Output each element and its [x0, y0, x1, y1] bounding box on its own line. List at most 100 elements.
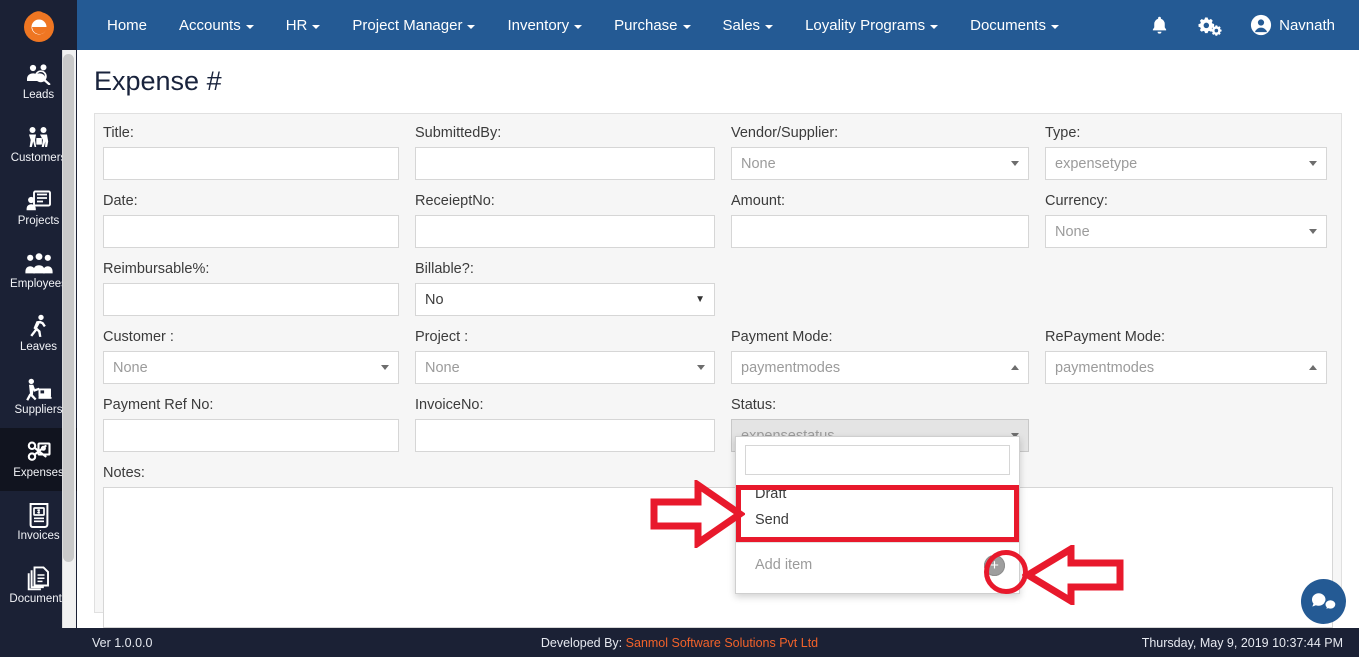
- type-select[interactable]: expensetype: [1045, 147, 1327, 180]
- field-label: Customer :: [103, 329, 174, 345]
- sidebar-item-label: Documents: [9, 593, 68, 605]
- main-content: Expense # Title: SubmittedBy: Vendor/Sup…: [77, 50, 1359, 628]
- receipt-no-input[interactable]: [415, 215, 715, 248]
- chevron-down-icon: [1309, 229, 1317, 234]
- customer-select[interactable]: None: [103, 351, 399, 384]
- app-logo[interactable]: [0, 0, 77, 50]
- nav-item-sales[interactable]: Sales: [707, 0, 790, 50]
- field-spacer-a: [723, 260, 1037, 316]
- nav-item-purchase[interactable]: Purchase: [598, 0, 706, 50]
- status-dropdown-search-wrap: [736, 437, 1019, 475]
- settings-button[interactable]: [1184, 0, 1236, 50]
- status-add-item-row[interactable]: Add item +: [736, 543, 1019, 587]
- chevron-down-icon: [930, 24, 939, 29]
- nav-label: Purchase: [614, 16, 678, 34]
- nav-item-loyality-programs[interactable]: Loyality Programs: [789, 0, 954, 50]
- nav-item-accounts[interactable]: Accounts: [163, 0, 270, 50]
- nav-label: Documents: [970, 16, 1046, 34]
- date-input[interactable]: [103, 215, 399, 248]
- sidebar-item-label: Employees: [10, 278, 67, 290]
- footer-developer-link[interactable]: Sanmol Software Solutions Pvt Ltd: [626, 636, 818, 650]
- chevron-down-icon: [312, 24, 321, 29]
- status-option-send[interactable]: Send: [736, 507, 1019, 533]
- nav-item-hr[interactable]: HR: [270, 0, 337, 50]
- status-dropdown-options: Draft Send: [736, 475, 1019, 533]
- sidebar-item-label: Leaves: [19, 341, 58, 353]
- nav-label: Accounts: [179, 16, 241, 34]
- status-option-draft[interactable]: Draft: [736, 481, 1019, 507]
- currency-select[interactable]: None: [1045, 215, 1327, 248]
- notifications-button[interactable]: [1135, 0, 1184, 50]
- chevron-down-icon: [765, 24, 774, 29]
- employees-icon: [24, 250, 53, 276]
- plus-circle-icon[interactable]: +: [984, 554, 1005, 576]
- submitted-by-input[interactable]: [415, 147, 715, 180]
- field-label: RePayment Mode:: [1045, 329, 1166, 345]
- nav-item-project-manager[interactable]: Project Manager: [336, 0, 491, 50]
- payment-ref-no-input[interactable]: [103, 419, 399, 452]
- field-currency: Currency: None: [1037, 192, 1335, 248]
- reimbursable-input[interactable]: [103, 283, 399, 316]
- nav-right-group: Navnath: [1135, 0, 1359, 50]
- project-select[interactable]: None: [415, 351, 715, 384]
- nav-label: Sales: [722, 16, 761, 34]
- chevron-up-icon: [1309, 365, 1317, 370]
- field-amount: Amount:: [723, 192, 1037, 248]
- field-payment-mode: Payment Mode: paymentmodes: [723, 328, 1037, 384]
- notes-textarea[interactable]: [103, 487, 1333, 628]
- nav-item-documents[interactable]: Documents: [954, 0, 1075, 50]
- chat-bubbles-icon: [1311, 592, 1337, 611]
- leaves-icon: [27, 313, 51, 339]
- field-label: Reimbursable%:: [103, 261, 210, 277]
- sidebar-item-label: Customers: [10, 152, 67, 164]
- chevron-down-icon: [467, 24, 476, 29]
- billable-select[interactable]: No ▼: [415, 283, 715, 316]
- select-value: None: [1055, 223, 1090, 240]
- field-label: ReceieptNo:: [415, 193, 495, 209]
- title-input[interactable]: [103, 147, 399, 180]
- chevron-down-icon: [682, 24, 691, 29]
- field-title: Title:: [95, 124, 407, 180]
- sidebar-scrollbar-thumb[interactable]: [63, 54, 74, 562]
- amount-input[interactable]: [731, 215, 1029, 248]
- select-value: None: [113, 359, 148, 376]
- invoices-icon: [28, 502, 50, 528]
- chevron-down-icon: ▼: [695, 294, 705, 305]
- chat-button[interactable]: [1301, 579, 1346, 624]
- field-date: Date:: [95, 192, 407, 248]
- add-item-label: Add item: [755, 557, 813, 573]
- vendor-supplier-select[interactable]: None: [731, 147, 1029, 180]
- footer-developed-by-label: Developed By:: [540, 635, 623, 650]
- field-label: Vendor/Supplier:: [731, 125, 839, 141]
- chevron-down-icon: [697, 365, 705, 370]
- sidebar-item-label: Projects: [17, 215, 60, 227]
- payment-mode-select[interactable]: paymentmodes: [731, 351, 1029, 384]
- chevron-up-icon: [1011, 365, 1019, 370]
- field-label: Currency:: [1045, 193, 1108, 209]
- expense-form-panel: Title: SubmittedBy: Vendor/Supplier: Non…: [94, 113, 1342, 628]
- select-value: None: [741, 155, 776, 172]
- field-spacer-b: [1037, 260, 1335, 316]
- nav-item-inventory[interactable]: Inventory: [491, 0, 598, 50]
- field-reimbursable: Reimbursable%:: [95, 260, 407, 316]
- status-dropdown-search-input[interactable]: [745, 445, 1010, 475]
- user-menu[interactable]: Navnath: [1236, 0, 1345, 50]
- repayment-mode-select[interactable]: paymentmodes: [1045, 351, 1327, 384]
- bell-icon: [1152, 16, 1167, 34]
- field-label: Payment Mode:: [731, 329, 833, 345]
- chevron-down-icon: [245, 24, 254, 29]
- field-submitted-by: SubmittedBy:: [407, 124, 723, 180]
- field-vendor-supplier: Vendor/Supplier: None: [723, 124, 1037, 180]
- chevron-down-icon: [1050, 24, 1059, 29]
- field-receipt-no: ReceieptNo:: [407, 192, 723, 248]
- field-notes: Notes:: [95, 464, 1341, 633]
- nav-label: Loyality Programs: [805, 16, 926, 34]
- nav-item-home[interactable]: Home: [91, 0, 163, 50]
- field-label: Billable?:: [415, 261, 474, 277]
- invoice-no-input[interactable]: [415, 419, 715, 452]
- field-customer: Customer : None: [95, 328, 407, 384]
- chevron-down-icon: [1011, 161, 1019, 166]
- sidebar-item-label: Suppliers: [14, 404, 63, 416]
- field-label: Amount:: [731, 193, 785, 209]
- logo-icon: [23, 11, 54, 42]
